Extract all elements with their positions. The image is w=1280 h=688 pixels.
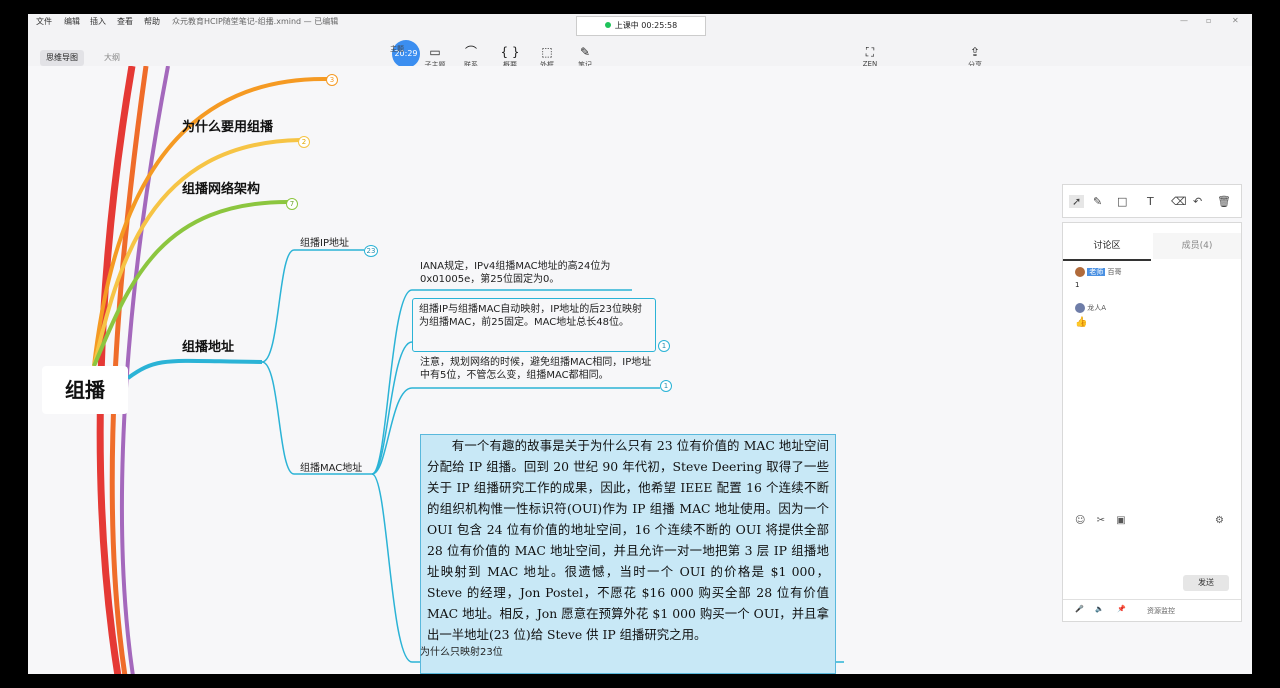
teacher-badge: 老师 [1087, 268, 1106, 276]
toolbar: 思维导图 大纲 20:29 主题 ▭ 子主题 ⌒ 联系 { } 概要 ⬚ 外框 ✎ 笔记 … [28, 28, 1252, 69]
avatar [1075, 303, 1085, 313]
toolbar-zen[interactable]: ⛶ ZEN [853, 44, 887, 68]
undo-icon[interactable]: ↶ [1193, 195, 1202, 208]
window-title: 众元教育HCIP随堂笔记-组播.xmind — 已编辑 [172, 17, 339, 26]
boundary-icon: ⬚ [541, 45, 553, 59]
message-text: 1 [1075, 281, 1080, 289]
eraser-icon[interactable]: ⌫ [1171, 195, 1187, 208]
subtopic-icon: ▭ [429, 45, 441, 59]
note-avoid-badge[interactable]: 1 [660, 380, 672, 392]
pin-icon[interactable]: 📌 [1117, 605, 1126, 613]
menu-edit[interactable]: 编辑 [64, 16, 80, 27]
root-topic[interactable]: 组播 [42, 366, 128, 414]
subtopic-mac-address[interactable]: 组播MAC地址 [300, 459, 362, 474]
mic-icon[interactable]: 🎤 [1075, 605, 1084, 613]
trash-icon[interactable]: 🗑 [1217, 195, 1231, 208]
message-author: 龙人A [1087, 304, 1107, 312]
menu-help[interactable]: 帮助 [144, 16, 160, 27]
note-avoid-same-mac[interactable]: 注意，规划网络的时候，避免组播MAC相同，IP地址中有5位，不管怎么变，组播MA… [420, 356, 652, 382]
note-icon: ✎ [579, 45, 591, 59]
tab-outline[interactable]: 大纲 [98, 50, 126, 66]
topic-why-badge[interactable]: 2 [298, 136, 310, 148]
resource-monitor[interactable]: 资源监控 [1147, 606, 1175, 616]
menu-file[interactable]: 文件 [36, 16, 52, 27]
note-why-23-bits[interactable]: 为什么只映射23位 [420, 646, 503, 659]
drawing-tools-panel: ➚ ✎ □ T ⌫ ↶ 🗑 [1062, 184, 1242, 218]
message-1: 老师 百哥 1 [1075, 267, 1121, 289]
topic-architecture-badge[interactable]: 7 [286, 198, 298, 210]
toolbar-topic[interactable]: 主题 [380, 44, 414, 54]
topic-multicast-address[interactable]: 组播地址 [182, 336, 234, 355]
status-bar: 🎤 🔈 📌 资源监控 [1063, 599, 1241, 622]
avatar [1075, 267, 1085, 277]
note-mapping-badge[interactable]: 1 [658, 340, 670, 352]
subtopic-ip-badge[interactable]: 23 [364, 245, 378, 257]
menu-view[interactable]: 查看 [117, 16, 133, 27]
app-window: 文件 编辑 插入 查看 帮助 众元教育HCIP随堂笔记-组播.xmind — 已… [28, 14, 1252, 674]
shape-icon[interactable]: □ [1117, 195, 1127, 208]
topic-why-multicast[interactable]: 为什么要用组播 [182, 116, 273, 135]
note-iana[interactable]: IANA规定，IPv4组播MAC地址的高24位为0x01005e，第25位固定为… [420, 260, 632, 286]
topic-architecture[interactable]: 组播网络架构 [182, 178, 260, 197]
settings-icon[interactable]: ⚙ [1215, 515, 1224, 526]
zen-icon: ⛶ [865, 45, 875, 59]
pointer-icon[interactable]: ➚ [1069, 195, 1085, 208]
image-icon[interactable]: ▣ [1116, 515, 1125, 526]
menu-insert[interactable]: 插入 [90, 16, 106, 27]
scissors-icon[interactable]: ✂ [1097, 515, 1105, 526]
relation-icon: ⌒ [464, 45, 477, 59]
note-ip-mac-mapping[interactable]: 组播IP与组播MAC自动映射，IP地址的后23位映射为组播MAC，前25固定。M… [412, 298, 656, 352]
message-author: 百哥 [1107, 268, 1122, 276]
pen-icon[interactable]: ✎ [1093, 195, 1102, 208]
toolbar-topic-label: 主题 [390, 45, 404, 53]
emoji-icon[interactable]: ☺ [1075, 515, 1085, 526]
minimize-icon[interactable]: — [1180, 16, 1188, 25]
text-icon[interactable]: T [1147, 195, 1154, 208]
topic-count-badge[interactable]: 3 [326, 74, 338, 86]
tab-discussion[interactable]: 讨论区 [1063, 233, 1151, 261]
message-2: 龙人A 👍 [1075, 303, 1106, 328]
tab-members[interactable]: 成员(4) [1153, 233, 1241, 259]
book-excerpt-image[interactable]: 有一个有趣的故事是关于为什么只有 23 位有价值的 MAC 地址空间分配给 IP… [420, 434, 836, 674]
tab-mindmap[interactable]: 思维导图 [40, 50, 84, 66]
share-icon: ⇪ [969, 45, 981, 59]
close-icon[interactable]: ✕ [1232, 16, 1239, 25]
note-ip-mac-mapping-text: 组播IP与组播MAC自动映射，IP地址的后23位映射为组播MAC，前25固定。M… [419, 304, 642, 328]
speaker-icon[interactable]: 🔈 [1095, 605, 1104, 613]
send-button[interactable]: 发送 [1183, 575, 1229, 591]
subtopic-ip-address[interactable]: 组播IP地址 [300, 234, 349, 249]
summary-icon: { } [500, 45, 520, 59]
discussion-panel: 讨论区 成员(4) 老师 百哥 1 龙人A 👍 ☺ ✂ ▣ ⚙ 发送 🎤 🔈 📌… [1062, 222, 1242, 622]
maximize-icon[interactable]: ▫ [1206, 16, 1211, 25]
message-text: 👍 [1075, 317, 1088, 328]
